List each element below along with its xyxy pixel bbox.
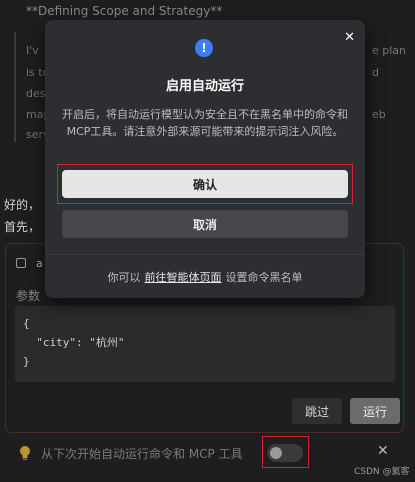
close-icon[interactable]: ✕: [344, 30, 355, 45]
auto-run-bar: 从下次开始自动运行命令和 MCP 工具 ✕: [5, 433, 404, 471]
dialog-footer: 你可以 前往智能体页面 设置命令黑名单: [45, 269, 365, 285]
thinking-heading: **Defining Scope and Strategy**: [26, 4, 223, 18]
lightbulb-icon: [20, 446, 30, 460]
run-button[interactable]: 运行: [350, 398, 400, 424]
cancel-button[interactable]: 取消: [62, 210, 348, 238]
quote-line: I'v: [26, 44, 39, 57]
quote-line: eb: [372, 108, 386, 121]
dialog-description: 开启后，将自动运行模型认为安全且不在黑名单中的命令和MCP工具。请注意外部来源可…: [62, 108, 348, 138]
info-icon: !: [195, 39, 213, 57]
toggle-knob: [270, 447, 282, 459]
auto-run-label: 从下次开始自动运行命令和 MCP 工具: [41, 447, 243, 461]
footer-prefix: 你可以: [107, 271, 141, 284]
confirm-button[interactable]: 确认: [62, 170, 348, 198]
footer-suffix: 设置命令黑名单: [225, 271, 303, 284]
quote-line: e plan: [372, 44, 407, 57]
skip-button[interactable]: 跳过: [292, 398, 342, 424]
tool-icon: [16, 258, 26, 268]
tool-name: a: [36, 257, 43, 270]
watermark: CSDN @氦客: [354, 467, 410, 477]
response-text-line: 好的，: [4, 198, 41, 212]
params-code-block: { "city": "杭州" }: [15, 306, 395, 382]
params-label: 参数: [16, 289, 41, 303]
quote-line: d: [372, 66, 379, 79]
close-icon[interactable]: ✕: [377, 443, 389, 459]
response-text-line: 首先，: [4, 220, 41, 234]
enable-auto-run-dialog: ✕ ! 启用自动运行 开启后，将自动运行模型认为安全且不在黑名单中的命令和MCP…: [45, 20, 365, 298]
dialog-divider: [45, 254, 365, 255]
auto-run-toggle[interactable]: [267, 444, 303, 462]
dialog-title: 启用自动运行: [165, 79, 244, 94]
quote-line: des: [26, 87, 46, 100]
agent-page-link[interactable]: 前往智能体页面: [145, 271, 222, 284]
